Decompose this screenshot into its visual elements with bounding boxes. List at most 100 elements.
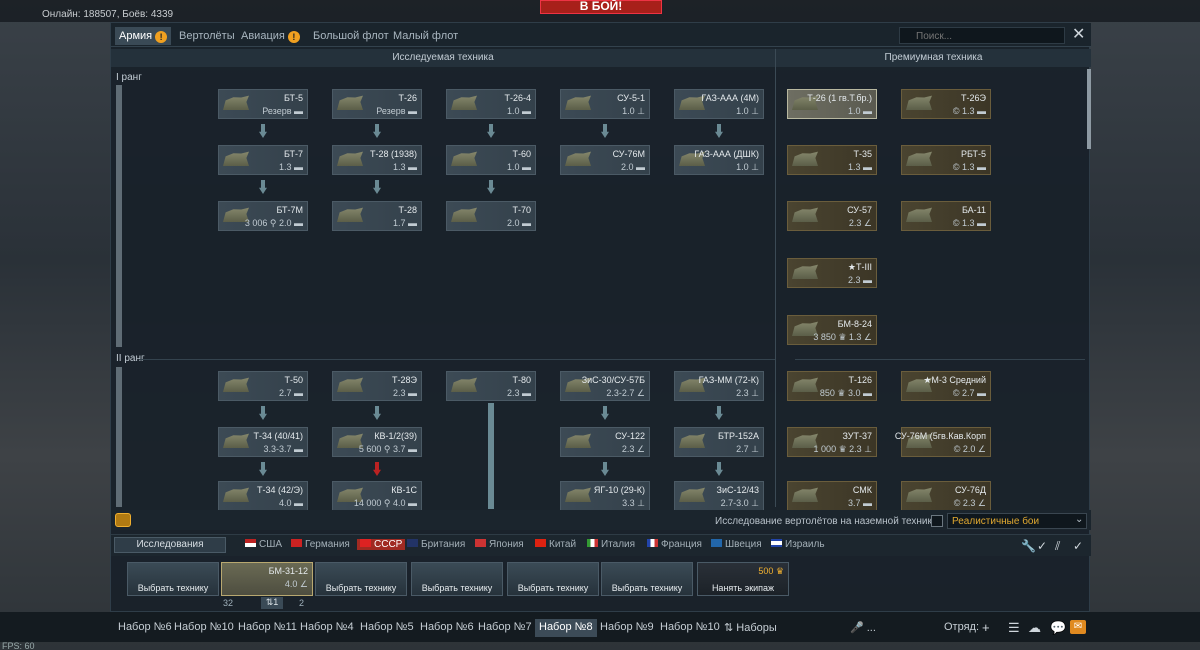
tab-army[interactable]: Армия! [115,27,172,45]
nation-britain[interactable]: Британия [407,539,465,550]
nation-china[interactable]: Китай [535,539,576,550]
premium-vehicle-card[interactable]: Т-126 850 ♛ 3.0 ▬ [787,371,877,401]
wrench-icon[interactable]: 🔧 [1021,539,1036,553]
nation-germany[interactable]: Германия [291,539,350,550]
preset-item-active[interactable]: Набор №8 [535,619,597,637]
nation-france[interactable]: Франция [647,539,702,550]
contacts-icon[interactable]: ☁ [1028,620,1041,636]
vehicle-card[interactable]: Т-34 (42/Э) 4.0 ▬ [218,481,308,511]
premium-vehicle-card[interactable]: СУ-57 2.3 ∠ [787,201,877,231]
list-icon[interactable]: ☰ [1008,620,1020,636]
vehicle-card[interactable]: СУ-76М 2.0 ▬ [560,145,650,175]
mail-icon[interactable]: ✉ [1070,620,1086,634]
vehicle-card[interactable]: БТ-7М 3 006 ⚲ 2.0 ▬ [218,201,308,231]
check-icon[interactable]: ✓ [1037,539,1047,553]
vehicle-card[interactable]: КВ-1/2(39) 5 600 ⚲ 3.7 ▬ [332,427,422,457]
vehicle-br: 1.3 ▬ [847,162,872,172]
tab-bluewater-fleet[interactable]: Большой флот [309,27,393,45]
preset-item[interactable]: Набор №9 [600,621,654,633]
tab-coastal-fleet[interactable]: Малый флот [389,27,462,45]
vehicle-card[interactable]: Т-28 1.7 ▬ [332,201,422,231]
tab-aviation[interactable]: Авиация! [237,27,304,45]
vehicle-card[interactable]: Т-28Э 2.3 ▬ [332,371,422,401]
premium-vehicle-card[interactable]: РБТ-5 © 1.3 ▬ [901,145,991,175]
nation-sweden[interactable]: Швеция [711,539,762,550]
premium-vehicle-card[interactable]: СУ-76Д © 2.3 ∠ [901,481,991,511]
nation-ussr[interactable]: СССР [357,539,406,550]
premium-vehicle-card[interactable]: Т-35 1.3 ▬ [787,145,877,175]
check-all-icon[interactable]: ✓ [1073,539,1083,553]
premium-vehicle-card[interactable]: ★Т-III 2.3 ▬ [787,258,877,288]
tank-icon [223,377,249,392]
vehicle-card[interactable]: ЗиС-30/СУ-57Б 2.3-2.7 ∠ [560,371,650,401]
crew-slot[interactable]: Выбрать технику [507,562,599,596]
crew-slot-selected[interactable]: БМ-31-12 4.0 ∠ [221,562,313,596]
vehicle-card[interactable]: Т-70 2.0 ▬ [446,201,536,231]
vehicle-br: 2.3-2.7 ∠ [606,388,645,398]
tab-helicopters[interactable]: Вертолёты [175,27,239,45]
vehicle-br: 1.7 ▬ [392,218,417,228]
vehicle-card[interactable]: БТ-7 1.3 ▬ [218,145,308,175]
preset-item[interactable]: Набор №4 [300,621,354,633]
vehicle-card[interactable]: Т-60 1.0 ▬ [446,145,536,175]
vehicle-card[interactable]: Т-26 Резерв ▬ [332,89,422,119]
preset-item[interactable]: Набор №5 [360,621,414,633]
vehicle-card[interactable]: Т-26-4 1.0 ▬ [446,89,536,119]
nation-italy[interactable]: Италия [587,539,635,550]
premium-vehicle-card[interactable]: Т-26 (1 гв.Т.бр.) 1.0 ▬ [787,89,877,119]
preset-item[interactable]: Набор №6 [118,621,172,633]
premium-vehicle-card[interactable]: ★М-3 Средний © 2.7 ▬ [901,371,991,401]
crew-slot[interactable]: Выбрать технику [315,562,407,596]
shield-icon[interactable] [115,513,131,527]
vehicle-card[interactable]: Т-28 (1938) 1.3 ▬ [332,145,422,175]
helicopter-research-checkbox[interactable] [931,515,943,527]
squad-add-icon[interactable]: + [982,620,990,635]
nation-israel[interactable]: Израиль [771,539,825,550]
battle-button[interactable]: В БОЙ! [540,0,662,14]
premium-vehicle-card[interactable]: СМК 3.7 ▬ [787,481,877,511]
scrollbar[interactable] [1087,69,1091,149]
vehicle-card[interactable]: СУ-122 2.3 ∠ [560,427,650,457]
preset-item[interactable]: Набор №7 [478,621,532,633]
vehicle-card[interactable]: ГАЗ-ААА (4М) 1.0 ⊥ [674,89,764,119]
premium-vehicle-card[interactable]: БМ-8-24 3 850 ♛ 1.3 ∠ [787,315,877,345]
close-icon[interactable]: ✕ [1072,26,1085,44]
preset-item[interactable]: Набор №10 [174,621,234,633]
vehicle-card[interactable]: Т-80 2.3 ▬ [446,371,536,401]
nation-usa[interactable]: США [245,539,282,550]
vehicle-card[interactable]: Т-34 (40/41) 3.3-3.7 ▬ [218,427,308,457]
vehicle-card[interactable]: ГАЗ-ААА (ДШК) 1.0 ⊥ [674,145,764,175]
microphone-icon[interactable]: 🎤 ... [850,621,876,634]
nation-japan[interactable]: Япония [475,539,524,550]
swap-button[interactable]: ⇅1 [261,597,283,609]
preset-item[interactable]: Набор №10 [660,621,720,633]
crew-slot[interactable]: Выбрать технику [127,562,219,596]
premium-vehicle-card[interactable]: Т-26Э © 1.3 ▬ [901,89,991,119]
repair-all-icon[interactable]: ⫽ [1055,539,1060,554]
vehicle-name: КВ-1С [391,485,417,495]
vehicle-card[interactable]: ЯГ-10 (29-К) 3.3 ⊥ [560,481,650,511]
vehicle-card[interactable]: СУ-5-1 1.0 ⊥ [560,89,650,119]
crew-slot[interactable]: Выбрать технику [411,562,503,596]
vehicle-card[interactable]: ЗиС-12/43 2.7-3.0 ⊥ [674,481,764,511]
vehicle-name: РБТ-5 [960,149,986,159]
premium-vehicle-card[interactable]: БА-11 © 1.3 ▬ [901,201,991,231]
research-button[interactable]: Исследования [114,537,226,553]
game-mode-select[interactable]: Реалистичные бои [947,513,1087,529]
hire-crew-slot[interactable]: 500 ♛ Нанять экипаж [697,562,789,596]
preset-item[interactable]: Набор №6 [420,621,474,633]
chat-icon[interactable]: 💬 [1050,620,1066,636]
vehicle-card[interactable]: ГАЗ-ММ (72-К) 2.3 ⊥ [674,371,764,401]
vehicle-br: 2.3 ▬ [847,275,872,285]
premium-vehicle-card[interactable]: ЗУТ-37 1 000 ♛ 2.3 ⊥ [787,427,877,457]
vehicle-br: 2.0 ▬ [506,218,531,228]
vehicle-card[interactable]: БТ-5 Резерв ▬ [218,89,308,119]
vehicle-card[interactable]: Т-50 2.7 ▬ [218,371,308,401]
preset-item[interactable]: Набор №11 [238,621,297,633]
vehicle-card[interactable]: КВ-1С 14 000 ⚲ 4.0 ▬ [332,481,422,511]
presets-menu[interactable]: ⇅ Наборы [724,621,777,634]
crew-slot[interactable]: Выбрать технику [601,562,693,596]
premium-vehicle-card[interactable]: СУ-76М (5гв.Кав.Корп © 2.0 ∠ [895,427,991,457]
search-input[interactable] [899,27,1065,44]
vehicle-card[interactable]: БТР-152А 2.7 ⊥ [674,427,764,457]
